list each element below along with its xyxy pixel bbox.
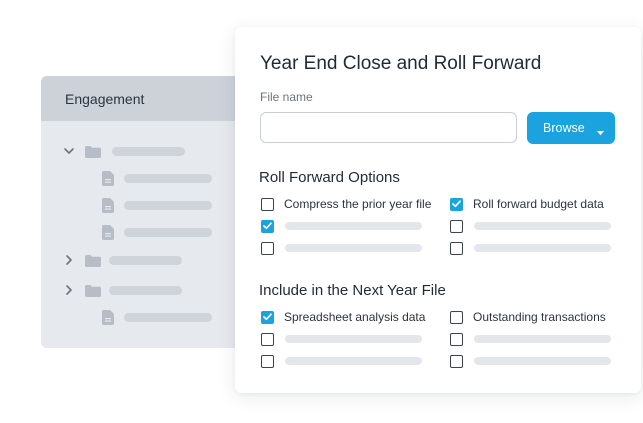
browse-button-label: Browse xyxy=(543,121,585,135)
option-label-placeholder xyxy=(474,335,611,343)
file-name-label: File name xyxy=(260,90,313,104)
checkbox[interactable] xyxy=(261,332,274,346)
tree-item-placeholder xyxy=(124,174,212,183)
checkbox[interactable] xyxy=(261,354,274,368)
folder-icon xyxy=(85,284,101,297)
option-label-placeholder xyxy=(285,357,422,365)
roll-forward-options-title: Roll Forward Options xyxy=(259,169,400,186)
checkbox[interactable] xyxy=(450,332,463,346)
checkbox[interactable] xyxy=(450,241,463,255)
tree-item-placeholder xyxy=(124,201,212,210)
tree-row-file[interactable] xyxy=(102,225,212,240)
option-item[interactable] xyxy=(261,354,422,368)
tree-row-folder-collapsed[interactable] xyxy=(62,283,182,297)
option-item[interactable] xyxy=(450,241,611,255)
option-item[interactable]: Spreadsheet analysis data xyxy=(261,310,425,324)
tree-row-folder-expanded[interactable] xyxy=(62,144,185,158)
folder-icon xyxy=(85,254,101,267)
checkbox-checked[interactable] xyxy=(261,310,274,324)
checkbox[interactable] xyxy=(450,310,463,324)
tree-row-file[interactable] xyxy=(102,198,212,213)
tree-item-placeholder xyxy=(124,228,212,237)
checkbox[interactable] xyxy=(261,197,274,211)
checkbox[interactable] xyxy=(261,241,274,255)
dialog-title: Year End Close and Roll Forward xyxy=(260,53,542,74)
chevron-down-icon[interactable] xyxy=(62,144,76,158)
option-label: Roll forward budget data xyxy=(473,197,604,211)
checkbox-checked[interactable] xyxy=(450,197,463,211)
tree-item-placeholder xyxy=(109,255,182,265)
option-item[interactable] xyxy=(261,241,422,255)
engagement-title: Engagement xyxy=(65,90,145,107)
file-name-input[interactable] xyxy=(260,112,517,143)
document-icon xyxy=(102,225,114,240)
option-label-placeholder xyxy=(474,357,611,365)
document-icon xyxy=(102,171,114,186)
tree-row-file[interactable] xyxy=(102,171,212,186)
option-label-placeholder xyxy=(285,222,422,230)
option-item[interactable]: Roll forward budget data xyxy=(450,197,604,211)
option-item[interactable] xyxy=(450,332,611,346)
option-item[interactable] xyxy=(261,219,422,233)
caret-down-icon xyxy=(597,125,604,139)
option-item[interactable] xyxy=(450,219,611,233)
checkbox-checked[interactable] xyxy=(261,219,274,233)
folder-icon xyxy=(85,145,101,158)
option-label-placeholder xyxy=(285,244,422,252)
tree-row-folder-collapsed[interactable] xyxy=(62,253,182,267)
checkbox[interactable] xyxy=(450,219,463,233)
option-label-placeholder xyxy=(285,335,422,343)
chevron-right-icon[interactable] xyxy=(62,253,76,267)
year-end-close-dialog: Year End Close and Roll Forward File nam… xyxy=(235,27,641,393)
browse-button[interactable]: Browse xyxy=(527,112,615,144)
checkbox[interactable] xyxy=(450,354,463,368)
option-label: Compress the prior year file xyxy=(284,197,432,211)
tree-row-file[interactable] xyxy=(102,310,212,325)
document-icon xyxy=(102,198,114,213)
option-item[interactable]: Outstanding transactions xyxy=(450,310,606,324)
option-item[interactable] xyxy=(450,354,611,368)
next-year-file-title: Include in the Next Year File xyxy=(259,282,446,299)
chevron-right-icon[interactable] xyxy=(62,283,76,297)
option-item[interactable] xyxy=(261,332,422,346)
tree-item-placeholder xyxy=(109,285,182,295)
option-label-placeholder xyxy=(474,244,611,252)
tree-item-placeholder xyxy=(124,313,212,322)
option-label: Outstanding transactions xyxy=(473,310,606,324)
option-label-placeholder xyxy=(474,222,611,230)
option-label: Spreadsheet analysis data xyxy=(284,310,426,324)
option-item[interactable]: Compress the prior year file xyxy=(261,197,431,211)
tree-item-placeholder xyxy=(112,146,185,156)
document-icon xyxy=(102,310,114,325)
